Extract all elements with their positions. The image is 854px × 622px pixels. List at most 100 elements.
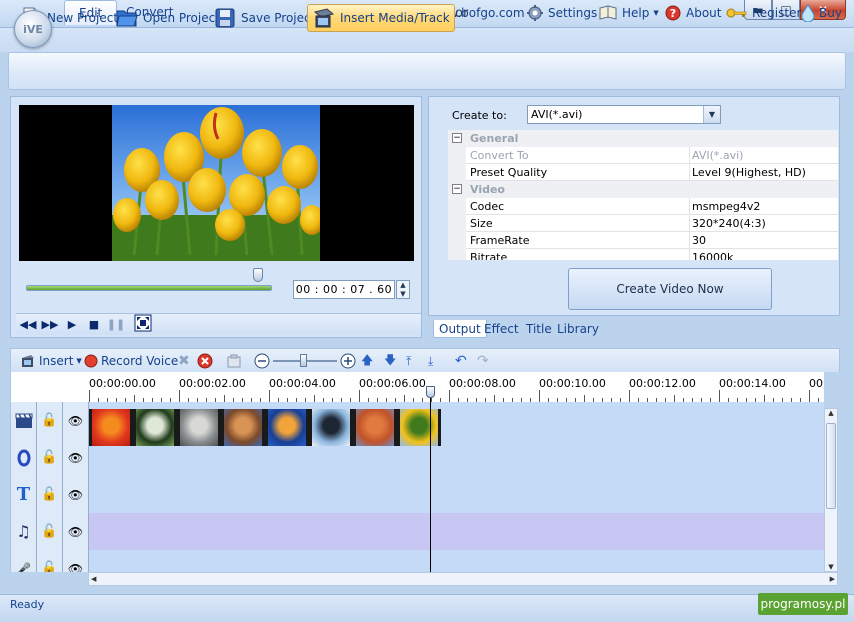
title-track-visibility[interactable]: 👁 (63, 476, 89, 513)
about-label: About (686, 6, 722, 20)
ruler-tick (314, 395, 315, 402)
time-spinner[interactable]: ▲ ▼ (396, 280, 410, 299)
arrow-up-icon: 🡅 (361, 352, 374, 367)
gear-icon (527, 5, 543, 21)
move-top-button[interactable]: ⤒ (406, 352, 411, 370)
horizontal-scrollbar[interactable]: ◀ ▶ (88, 572, 838, 586)
video-track-lock[interactable]: 🔓 (37, 402, 63, 439)
insert-media-track-button[interactable]: Insert Media/Track (307, 4, 455, 32)
property-group-general[interactable]: − General (448, 130, 838, 147)
microphone-icon: 🎤 (16, 561, 31, 573)
video-track-visibility[interactable]: 👁 (63, 402, 89, 439)
scroll-up-icon[interactable]: ▲ (825, 409, 837, 423)
property-row[interactable]: Codec msmpeg4v2 (448, 198, 838, 215)
voice-track-lane[interactable] (89, 550, 824, 572)
voice-track-visibility[interactable]: 👁 (63, 550, 89, 572)
title-track-lock[interactable]: 🔓 (37, 476, 63, 513)
property-value: AVI(*.avi) (690, 147, 838, 164)
move-bottom-button[interactable]: ⤓ (428, 352, 433, 370)
music-track-visibility[interactable]: 👁 (63, 513, 89, 550)
record-voice-label: Record Voice (101, 354, 179, 368)
stop-button[interactable]: ■ (85, 316, 103, 332)
film-insert-icon (313, 8, 335, 28)
title-track-lane[interactable] (89, 476, 824, 513)
fullscreen-button[interactable] (134, 314, 152, 332)
register-button[interactable]: Register (726, 4, 801, 22)
video-clip-tulips[interactable] (397, 409, 441, 446)
title-track: T 🔓 👁 (11, 476, 824, 513)
record-voice-button[interactable]: Record Voice (84, 352, 178, 370)
rewind-button[interactable]: ◀◀ (19, 316, 37, 332)
move-up-button[interactable]: 🡅 (361, 352, 373, 370)
buy-button[interactable]: Buy (801, 4, 842, 22)
playhead-handle[interactable] (426, 386, 435, 398)
ruler-tick (89, 390, 90, 402)
video-clip-flower[interactable] (89, 409, 133, 446)
zoom-thumb[interactable] (300, 354, 307, 367)
volume-slider-thumb[interactable] (253, 268, 263, 282)
unlock-icon: 🔓 (41, 524, 58, 539)
fast-forward-button[interactable]: ▶▶ (41, 316, 59, 332)
scroll-left-icon[interactable]: ◀ (91, 573, 96, 585)
settings-button[interactable]: Settings (526, 4, 597, 22)
music-track-lock[interactable]: 🔓 (37, 513, 63, 550)
voice-track-lock[interactable]: 🔓 (37, 550, 63, 572)
redo-button[interactable]: ↷ (477, 352, 489, 370)
zoom-in-icon[interactable] (340, 353, 356, 369)
property-row[interactable]: FrameRate 30 (448, 232, 838, 249)
effect-track-lock[interactable]: 🔓 (37, 439, 63, 476)
pause-button[interactable]: ❚❚ (107, 316, 125, 332)
zoom-slider[interactable] (254, 352, 356, 370)
help-menu-button[interactable]: Help ▼ (598, 4, 659, 22)
ruler-tick (674, 395, 675, 402)
undo-button[interactable]: ↶ (455, 352, 467, 370)
zoom-out-icon[interactable] (254, 353, 270, 369)
properties-icon (227, 354, 241, 368)
music-track-icon-cell: ♫ (11, 513, 37, 550)
video-clip-desert[interactable] (221, 409, 265, 446)
scroll-down-icon[interactable]: ▼ (825, 563, 837, 571)
music-track-lane[interactable] (89, 513, 824, 550)
tab-library[interactable]: Library (552, 320, 604, 338)
tab-effect[interactable]: Effect (479, 320, 524, 338)
pause-icon: ❚❚ (106, 317, 126, 331)
output-format-select[interactable]: AVI(*.avi) (527, 105, 721, 124)
clear-all-button[interactable] (197, 352, 213, 370)
properties-button[interactable] (226, 352, 242, 370)
spin-down-icon[interactable]: ▼ (397, 290, 409, 299)
timeline-insert-button[interactable]: Insert ▼ (20, 352, 82, 370)
scroll-thumb[interactable] (826, 423, 836, 509)
property-row[interactable]: Preset Quality Level 9(Highest, HD) (448, 164, 838, 181)
property-row[interactable]: Bitrate 16000k (448, 249, 838, 260)
create-video-now-button[interactable]: Create Video Now (568, 268, 772, 310)
playback-progress-bar[interactable] (26, 285, 272, 291)
save-project-button[interactable]: Save Project (208, 4, 320, 32)
video-clip-canyon[interactable] (353, 409, 397, 446)
collapse-icon[interactable]: − (452, 184, 462, 194)
timeline-ruler[interactable]: 00:00:00.00 00:00:02.00 00:00:04.00 00:00:0… (10, 372, 824, 402)
property-group-video[interactable]: − Video (448, 181, 838, 198)
scroll-right-icon[interactable]: ▶ (830, 573, 835, 585)
video-clip-koala[interactable] (177, 409, 221, 446)
chevron-down-icon[interactable]: ▼ (703, 106, 720, 123)
ruler-tick (269, 390, 270, 402)
app-menu-orb[interactable]: iVE (14, 10, 52, 48)
video-clip-jellyfish[interactable] (265, 409, 309, 446)
delete-button[interactable]: ✖ (178, 352, 190, 370)
property-row[interactable]: Convert To AVI(*.avi) (448, 147, 838, 164)
effect-track-visibility[interactable]: 👁 (63, 439, 89, 476)
spin-up-icon[interactable]: ▲ (397, 281, 409, 290)
ruler-tick (809, 390, 810, 402)
play-button[interactable]: ▶ (63, 316, 81, 332)
move-down-button[interactable]: 🡇 (384, 352, 396, 370)
collapse-icon[interactable]: − (452, 133, 462, 143)
property-key: Preset Quality (466, 164, 690, 181)
video-clip-hydrangea[interactable] (133, 409, 177, 446)
video-track-icon-cell (11, 402, 37, 439)
time-position-input[interactable]: 00 : 00 : 07 . 60 (293, 280, 395, 299)
vertical-scrollbar[interactable]: ▲ ▼ (824, 408, 838, 572)
property-row[interactable]: Size 320*240(4:3) (448, 215, 838, 232)
about-button[interactable]: ? About (664, 4, 721, 22)
video-clip-penguins[interactable] (309, 409, 353, 446)
zoom-track[interactable] (273, 354, 337, 367)
